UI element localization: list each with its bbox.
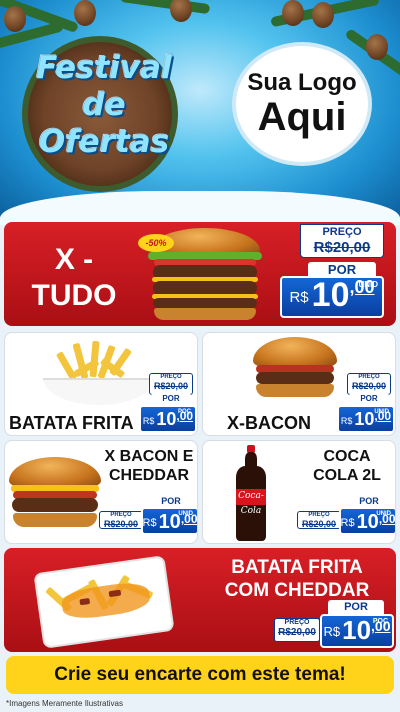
product-name-line: X BACON E <box>104 448 194 465</box>
product-card-x-bacon-cheddar: X BACON E CHEDDAR PREÇO R$20,00 POR R$ 1… <box>4 440 198 544</box>
title-line: Festival <box>36 50 172 86</box>
cta-banner[interactable]: Crie seu encarte com este tema! <box>6 656 394 694</box>
bottle-label: Coca-Cola <box>235 489 267 516</box>
logo-placeholder: Sua Logo Aqui <box>232 42 372 166</box>
price-unit: UNID <box>374 409 389 415</box>
price-unit: UNID <box>358 280 378 289</box>
product-card-x-bacon: X-BACON PREÇO R$20,00 POR R$ 10 ,00 UNID <box>202 332 396 436</box>
old-price-label: PREÇO <box>358 374 380 380</box>
featured-name-line: X - <box>54 243 94 276</box>
pinecone-icon <box>170 0 192 22</box>
currency-symbol: R$ <box>142 416 155 426</box>
old-price: R$20,00 <box>351 381 387 391</box>
featured-name-line: TUDO <box>31 279 117 312</box>
festival-title: Festival de Ofertas <box>14 50 194 161</box>
por-label: POR <box>347 495 391 507</box>
price-integer: 10 <box>342 615 372 645</box>
old-price: R$20,00 <box>313 239 371 256</box>
disclaimer-text: *Imagens Meramente Ilustrativas <box>6 699 123 708</box>
title-line: de <box>82 87 126 123</box>
featured-name: X - TUDO <box>14 242 134 314</box>
old-price: R$20,00 <box>278 627 316 638</box>
price-unit: POÇ <box>177 409 191 415</box>
price-unit: POÇ <box>372 618 388 625</box>
logo-line: Sua Logo <box>247 69 357 96</box>
currency-symbol: R$ <box>289 289 309 306</box>
fries-cheddar-image <box>33 555 175 649</box>
price-tag: PREÇO R$20,00 POR R$ 10 ,00 UNID <box>337 373 395 433</box>
pinecone-icon <box>312 2 334 28</box>
x-bacon-burger-image <box>253 337 337 397</box>
coca-cola-bottle-image: Coca-Cola <box>233 445 269 541</box>
featured-card: X - TUDO -50% PREÇO R$20,00 POR R$ 10 ,0… <box>4 222 396 326</box>
featured-price-tag: PREÇO R$20,00 POR R$ 10 ,00 UNID <box>274 222 388 322</box>
bottom-featured-name: BATATA FRITA COM CHEDDAR <box>200 556 394 602</box>
logo-line: Aqui <box>257 95 347 139</box>
currency-symbol: R$ <box>142 517 157 529</box>
product-name: BATATA FRITA <box>9 413 134 433</box>
por-label: POR <box>151 393 191 405</box>
product-name-line: COM CHEDDAR <box>224 580 370 601</box>
title-line: Ofertas <box>38 124 170 160</box>
snow-ground <box>0 191 400 225</box>
price-tag: PREÇO R$20,00 POR R$ 10 ,00 UNID <box>99 495 197 535</box>
product-card-batata-frita: BATATA FRITA PREÇO R$20,00 POR R$ 10 ,00… <box>4 332 198 436</box>
discount-badge: -50% <box>138 234 174 252</box>
price-integer: 10 <box>311 276 350 314</box>
old-price-label: PREÇO <box>284 619 310 626</box>
product-name-line: COCA <box>323 448 371 465</box>
bottom-featured-card: BATATA FRITA COM CHEDDAR PREÇO R$20,00 P… <box>4 548 396 652</box>
old-price-label: PREÇO <box>160 374 182 380</box>
cta-banner-text: Crie seu encarte com este tema! <box>54 664 346 685</box>
price-tag: PREÇO R$20,00 POR R$ 10 ,00 UNID <box>297 495 395 535</box>
pinecone-icon <box>282 0 304 26</box>
pinecone-icon <box>4 6 26 32</box>
old-price: R$20,00 <box>103 519 139 529</box>
por-label: POR <box>349 393 389 405</box>
pine-branch <box>119 0 211 15</box>
old-price-label: PREÇO <box>110 512 132 518</box>
product-name: X BACON E CHEDDAR <box>101 447 197 485</box>
old-price-label: PREÇO <box>322 226 362 238</box>
currency-symbol: R$ <box>340 517 355 529</box>
old-price: R$20,00 <box>301 519 337 529</box>
old-price: R$20,00 <box>153 381 189 391</box>
price-unit: UNID <box>178 511 193 517</box>
product-name-line: CHEDDAR <box>109 467 189 484</box>
new-price: R$ 10 ,00 UNID <box>280 276 384 318</box>
currency-symbol: R$ <box>323 624 341 639</box>
product-name: COCA COLA 2L <box>299 447 395 485</box>
header-banner: Festival de Ofertas Sua Logo Aqui <box>0 0 400 225</box>
price-integer: 10 <box>354 409 375 429</box>
por-label: POR <box>328 600 384 614</box>
product-name: X-BACON <box>227 413 311 433</box>
price-tag: PREÇO R$20,00 POR R$ 10 ,00 POÇ <box>274 600 394 648</box>
price-tag: PREÇO R$20,00 POR R$ 10 ,00 POÇ <box>139 373 197 433</box>
x-bacon-cheddar-burger-image <box>9 457 101 527</box>
product-card-coca-cola: Coca-Cola COCA COLA 2L PREÇO R$20,00 POR… <box>202 440 396 544</box>
currency-symbol: R$ <box>340 416 353 426</box>
price-unit: UNID <box>376 511 391 517</box>
por-label: POR <box>149 495 193 507</box>
product-name-line: BATATA FRITA <box>231 557 363 578</box>
pinecone-icon <box>366 34 388 60</box>
product-name-line: COLA 2L <box>313 467 381 484</box>
pinecone-icon <box>74 0 96 26</box>
price-integer: 10 <box>156 409 177 429</box>
old-price-label: PREÇO <box>308 512 330 518</box>
